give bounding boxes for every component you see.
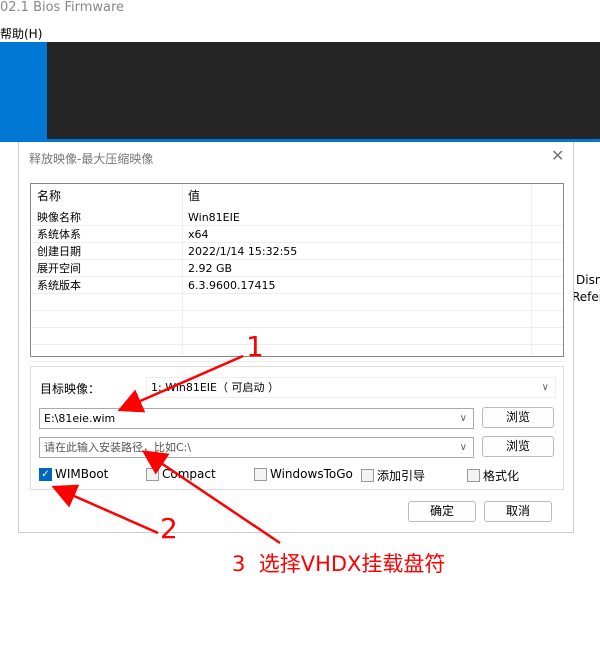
target-image-value: 1: Win81EIE（ 可启动 ）	[151, 381, 279, 394]
table-row[interactable]	[31, 328, 563, 345]
release-image-dialog: 释放映像-最大压缩映像 ✕ 名称 值 映像名称 Win81EIE 系统体系 x64 创建…	[18, 142, 574, 533]
checkbox[interactable]	[361, 469, 374, 482]
ok-button[interactable]: 确定	[408, 501, 476, 522]
checkbox[interactable]	[254, 467, 267, 481]
table-row[interactable]: 创建日期 2022/1/14 15:32:55	[31, 243, 563, 260]
checkbox-label: 添加引导	[377, 469, 426, 483]
target-image-label: 目标映像：	[40, 382, 101, 396]
browse-install-button[interactable]: 浏览	[482, 436, 554, 457]
row-value: Win81EIE	[188, 211, 240, 224]
checkbox-add-boot[interactable]: 添加引导	[361, 467, 425, 484]
target-image-select[interactable]: 1: Win81EIE（ 可启动 ） ∨	[146, 377, 556, 398]
side-text: Refer	[572, 290, 600, 304]
menu-help[interactable]: 帮助(H)	[0, 25, 42, 42]
image-info-table: 名称 值 映像名称 Win81EIE 系统体系 x64 创建日期 2022/1/14 15…	[30, 183, 564, 362]
checkbox[interactable]: ✓	[39, 467, 52, 481]
source-path-combo[interactable]: E:\81eie.wim ∨	[39, 408, 474, 429]
row-value: 6.3.9600.17415	[188, 279, 276, 292]
source-path-value: E:\81eie.wim	[44, 412, 116, 425]
table-row[interactable]: 映像名称 Win81EIE	[31, 209, 563, 226]
table-row[interactable]	[31, 294, 563, 311]
close-icon[interactable]: ✕	[551, 146, 564, 165]
table-header: 名称 值	[31, 184, 563, 209]
header-dark-panel	[47, 42, 600, 139]
checkbox-label: 格式化	[483, 469, 520, 483]
checkbox-format[interactable]: 格式化	[467, 467, 519, 484]
annotation-2: 2	[160, 512, 178, 545]
install-path-combo[interactable]: 请在此输入安装路径，比如C:\ ∨	[39, 437, 474, 458]
checkbox[interactable]	[467, 469, 480, 482]
side-text: Disn	[576, 273, 600, 287]
checkbox-compact[interactable]: Compact	[146, 467, 216, 481]
app-title: 02.1 Bios Firmware	[0, 0, 125, 15]
checkbox-label: WIMBoot	[55, 467, 109, 481]
checkbox-label: WindowsToGo	[270, 467, 353, 481]
annotation-1: 1	[246, 330, 264, 363]
column-header: 值	[188, 189, 201, 203]
checkbox-wimboot[interactable]: ✓ WIMBoot	[39, 467, 108, 481]
cancel-button[interactable]: 取消	[484, 501, 552, 522]
row-name: 系统体系	[37, 228, 81, 241]
column-header: 名称	[37, 189, 62, 203]
table-row[interactable]	[31, 311, 563, 328]
chevron-down-icon: ∨	[459, 413, 467, 424]
row-value: 2022/1/14 15:32:55	[188, 245, 298, 258]
browse-source-button[interactable]: 浏览	[482, 407, 554, 428]
row-name: 展开空间	[37, 262, 81, 275]
row-name: 系统版本	[37, 279, 81, 292]
row-value: x64	[188, 228, 209, 241]
checkbox-label: Compact	[162, 467, 216, 481]
checkbox[interactable]	[146, 467, 159, 481]
table-row[interactable]	[31, 345, 563, 362]
checkbox-windowstogo[interactable]: WindowsToGo	[254, 467, 353, 481]
row-name: 映像名称	[37, 211, 81, 224]
row-name: 创建日期	[37, 245, 81, 258]
dialog-title: 释放映像-最大压缩映像	[29, 152, 154, 166]
table-row[interactable]: 系统版本 6.3.9600.17415	[31, 277, 563, 294]
row-value: 2.92 GB	[188, 262, 233, 275]
chevron-down-icon: ∨	[541, 382, 549, 393]
table-row[interactable]: 展开空间 2.92 GB	[31, 260, 563, 277]
install-path-placeholder: 请在此输入安装路径，比如C:\	[44, 441, 192, 454]
chevron-down-icon: ∨	[459, 442, 467, 453]
annotation-3: 3 选择VHDX挂载盘符	[232, 552, 446, 576]
table-row[interactable]: 系统体系 x64	[31, 226, 563, 243]
